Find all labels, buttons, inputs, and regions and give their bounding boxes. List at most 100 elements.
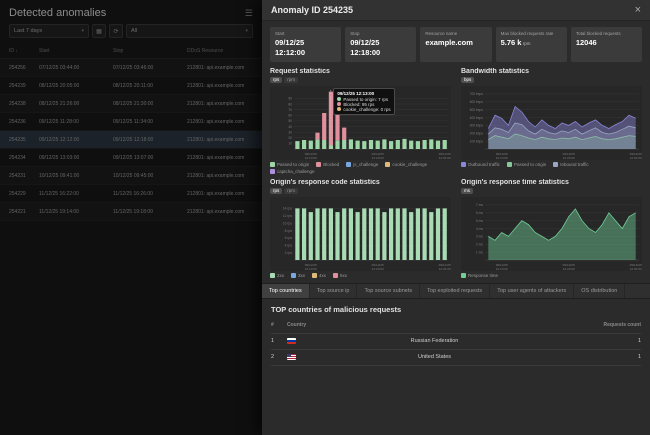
anomaly-row[interactable]: 25423509/12/25 12:12:0009/12/25 12:18:00… bbox=[0, 131, 262, 149]
card-value: 09/12/25 bbox=[275, 38, 336, 48]
column-header-id[interactable]: ID ↓ bbox=[9, 48, 39, 54]
cell-start: 08/12/25 20:05:00 bbox=[39, 83, 113, 89]
resource-filter-select[interactable]: All ▾ bbox=[126, 24, 253, 38]
legend-swatch-icon bbox=[270, 273, 275, 278]
svg-text:12:10:00: 12:10:00 bbox=[496, 267, 508, 271]
svg-text:12:10:00: 12:10:00 bbox=[496, 156, 508, 160]
anomaly-row[interactable]: 25423908/12/25 20:05:0008/12/25 20:11:00… bbox=[0, 77, 262, 95]
legend-label: Inbound traffic bbox=[560, 162, 588, 167]
unit-rpm-toggle[interactable]: rpm bbox=[284, 188, 298, 195]
unit-rps-toggle[interactable]: rps bbox=[270, 188, 282, 195]
svg-text:40: 40 bbox=[288, 124, 292, 128]
legend-5xx[interactable]: 5xx bbox=[333, 273, 347, 278]
tab-top-source-ip[interactable]: Top source ip bbox=[310, 284, 358, 298]
cell-id: 254238 bbox=[9, 101, 39, 107]
svg-text:80: 80 bbox=[288, 102, 292, 106]
chart-title: Request statistics bbox=[270, 68, 451, 75]
card-value: 12:18:00 bbox=[350, 48, 411, 58]
cell-country: Russian Federation bbox=[287, 338, 569, 344]
anomaly-row[interactable]: 25423609/12/25 11:28:0009/12/25 11:34:00… bbox=[0, 113, 262, 131]
svg-text:8 rps: 8 rps bbox=[285, 228, 293, 232]
card-label: Resource name bbox=[425, 31, 486, 36]
legend-response-time[interactable]: Response time bbox=[461, 273, 498, 278]
cell-start: 11/12/25 19:14:00 bbox=[39, 209, 113, 215]
chart-canvas: 09/12/25 12:13:00Passed to origin: 7 rps… bbox=[270, 86, 451, 160]
summary-card-stop: Stop09/12/2512:18:00 bbox=[345, 27, 416, 62]
bottom-col-country: Country bbox=[287, 322, 569, 328]
tab-os-distribution[interactable]: OS distribution bbox=[574, 284, 625, 298]
legend-js-challenge[interactable]: js_challenge bbox=[346, 162, 378, 167]
svg-text:70: 70 bbox=[288, 107, 292, 111]
svg-text:12:30:00: 12:30:00 bbox=[630, 156, 642, 160]
unit-rps-toggle[interactable]: rps bbox=[270, 77, 282, 84]
legend-outbound-traffic[interactable]: Outbound traffic bbox=[461, 162, 500, 167]
legend-cookie-challenge[interactable]: cookie_challenge bbox=[385, 162, 427, 167]
card-label: Start bbox=[275, 31, 336, 36]
svg-text:2 rps: 2 rps bbox=[285, 250, 293, 254]
legend-label: cookie_challenge bbox=[392, 162, 427, 167]
cell-rank: 2 bbox=[271, 354, 287, 360]
cell-start: 09/12/25 12:12:00 bbox=[39, 137, 113, 143]
card-unit: rpm bbox=[521, 41, 530, 46]
close-icon[interactable]: × bbox=[635, 5, 641, 16]
legend-passed-to-origin[interactable]: Passed to origin bbox=[270, 162, 309, 167]
legend-4xx[interactable]: 4xx bbox=[312, 273, 326, 278]
calendar-icon[interactable]: ▦ bbox=[92, 24, 106, 38]
country-row[interactable]: 2United States1 bbox=[271, 350, 641, 366]
legend-label: 2xx bbox=[277, 273, 284, 278]
chart-title: Origin's response time statistics bbox=[461, 179, 642, 186]
request-statistics-chart: Request statistics rps rpm 09/12/25 12:1… bbox=[270, 68, 451, 174]
country-row[interactable]: 1Russian Federation1 bbox=[271, 334, 641, 350]
anomaly-row[interactable]: 25422111/12/25 19:14:0011/12/25 19:18:00… bbox=[0, 203, 262, 221]
filters-bar: Last 7 days ▾ ▦ ⟳ All ▾ bbox=[0, 24, 262, 44]
svg-text:500 kbps: 500 kbps bbox=[470, 107, 484, 111]
period-value: Last 7 days bbox=[14, 28, 42, 34]
period-select[interactable]: Last 7 days ▾ bbox=[9, 24, 89, 38]
chart-canvas: 2 rps4 rps6 rps8 rps10 rps12 rps14 rps09… bbox=[270, 197, 451, 271]
anomaly-row[interactable]: 25425607/12/25 03:44:0007/12/25 03:46:00… bbox=[0, 59, 262, 77]
cell-id: 254256 bbox=[9, 65, 39, 71]
charts-grid: Request statistics rps rpm 09/12/25 12:1… bbox=[262, 66, 650, 278]
anomalies-table-header: ID ↓StartStopDDoS Resource bbox=[0, 44, 262, 59]
menu-icon[interactable]: ☰ bbox=[245, 8, 253, 19]
svg-text:10 rps: 10 rps bbox=[283, 221, 293, 225]
legend-captcha-challenge[interactable]: captcha_challenge bbox=[270, 169, 315, 174]
tab-top-exploited-requests[interactable]: Top exploited requests bbox=[420, 284, 490, 298]
legend-label: 3xx bbox=[298, 273, 305, 278]
tab-top-source-subnets[interactable]: Top source subnets bbox=[357, 284, 420, 298]
countries-table: #CountryRequests count1Russian Federatio… bbox=[271, 318, 641, 366]
unit-label: bps bbox=[461, 76, 642, 85]
legend-swatch-icon bbox=[316, 162, 321, 167]
tab-top-user-agents-of-attackers[interactable]: Top user agents of attackers bbox=[490, 284, 574, 298]
svg-text:20: 20 bbox=[288, 136, 292, 140]
anomaly-row[interactable]: 25423110/12/25 09:41:0010/12/25 09:45:00… bbox=[0, 167, 262, 185]
legend-swatch-icon bbox=[312, 273, 317, 278]
legend-2xx[interactable]: 2xx bbox=[270, 273, 284, 278]
legend-3xx[interactable]: 3xx bbox=[291, 273, 305, 278]
anomaly-row[interactable]: 25423808/12/25 21:26:0008/12/25 21:30:00… bbox=[0, 95, 262, 113]
unit-rpm-toggle[interactable]: rpm bbox=[284, 77, 298, 84]
column-header-ddos-resource[interactable]: DDoS Resource bbox=[187, 48, 253, 54]
anomaly-row[interactable]: 25422911/12/25 16:22:0011/12/25 16:26:00… bbox=[0, 185, 262, 203]
svg-text:12:30:00: 12:30:00 bbox=[439, 156, 451, 160]
chart-legend: Passed to origin Blocked js_challenge cooki… bbox=[270, 162, 451, 174]
column-header-start[interactable]: Start bbox=[39, 48, 113, 54]
response-code-statistics-chart: Origin's response code statistics rps rp… bbox=[270, 179, 451, 278]
anomaly-row[interactable]: 25423409/12/25 13:03:0009/12/25 13:07:00… bbox=[0, 149, 262, 167]
legend-inbound-traffic[interactable]: Inbound traffic bbox=[553, 162, 588, 167]
card-value: 12:12:00 bbox=[275, 48, 336, 58]
resource-filter-value: All bbox=[131, 28, 137, 34]
column-header-stop[interactable]: Stop bbox=[113, 48, 187, 54]
unit-bps-label: bps bbox=[461, 77, 474, 84]
country-name: Russian Federation bbox=[411, 338, 459, 344]
legend-passed-to-origin[interactable]: Passed to origin bbox=[507, 162, 546, 167]
svg-text:30: 30 bbox=[288, 130, 292, 134]
chart-title: Bandwidth statistics bbox=[461, 68, 642, 75]
tab-top-countries[interactable]: Top countries bbox=[262, 284, 310, 298]
legend-blocked[interactable]: Blocked bbox=[316, 162, 339, 167]
legend-label: Outbound traffic bbox=[468, 162, 500, 167]
refresh-icon[interactable]: ⟳ bbox=[109, 24, 123, 38]
cell-start: 09/12/25 11:28:00 bbox=[39, 119, 113, 125]
cell-country: United States bbox=[287, 354, 569, 360]
cell-resource: 212801: api.example.com bbox=[187, 155, 253, 161]
